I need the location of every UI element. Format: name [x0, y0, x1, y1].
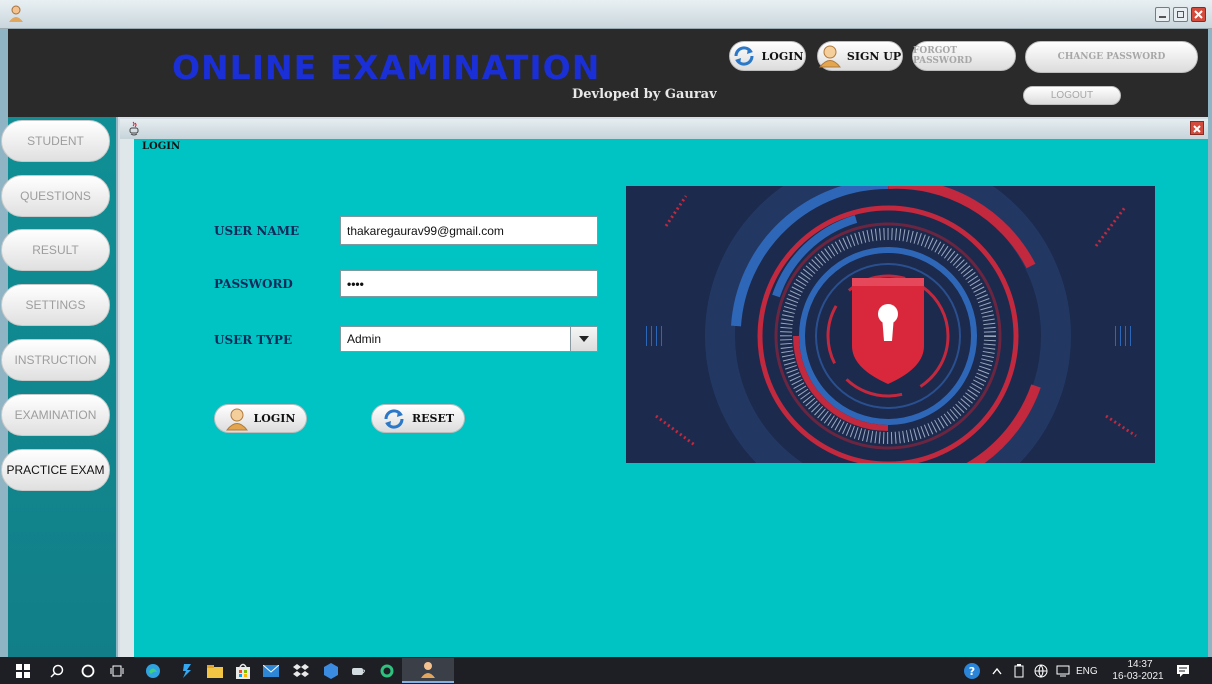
svg-text:?: ?	[969, 665, 975, 678]
logout-button[interactable]: LOGOUT	[1023, 86, 1121, 105]
input-language[interactable]: ENG	[1076, 666, 1098, 677]
network-icon[interactable]	[1032, 662, 1050, 680]
sidebar-item-label: QUESTIONS	[20, 189, 91, 203]
refresh-icon	[384, 408, 404, 429]
sidebar-item-settings[interactable]: SETTINGS	[1, 284, 110, 326]
close-icon	[1193, 125, 1201, 133]
app-icon-cube[interactable]	[322, 662, 340, 680]
close-button[interactable]	[1191, 7, 1206, 22]
sidebar-item-examination[interactable]: EXAMINATION	[1, 394, 110, 436]
sidebar-item-label: RESULT	[32, 243, 79, 257]
sidebar-item-practice-exam[interactable]: PRACTICE EXAM	[1, 449, 110, 491]
sidebar-item-result[interactable]: RESULT	[1, 229, 110, 271]
clock-time[interactable]: 14:37	[1120, 659, 1160, 670]
battery-icon[interactable]	[1010, 662, 1028, 680]
refresh-icon	[734, 46, 754, 66]
header-login-button[interactable]: LOGIN	[729, 41, 806, 71]
user-type-select[interactable]: Admin	[340, 326, 598, 352]
windows-start-icon[interactable]	[14, 662, 32, 680]
search-icon[interactable]	[48, 662, 66, 680]
task-view-icon[interactable]	[108, 662, 126, 680]
username-value: thakaregaurav99@gmail.com	[347, 223, 504, 238]
developer-credit: Devloped by Gaurav	[572, 87, 717, 102]
user-icon	[818, 45, 841, 68]
chevron-up-icon[interactable]	[988, 662, 1006, 680]
sidebar-item-label: EXAMINATION	[14, 408, 97, 422]
forgot-password-label: FORGOT PASSWORD	[913, 46, 973, 66]
cortana-icon[interactable]	[79, 662, 97, 680]
app-title: ONLINE EXAMINATION	[172, 48, 601, 87]
panel-title: LOGIN	[142, 141, 181, 152]
edge-icon[interactable]	[144, 662, 162, 680]
username-label: USER NAME	[214, 224, 300, 238]
close-icon	[1194, 10, 1203, 19]
sidebar-item-label: STUDENT	[27, 134, 84, 148]
change-password-button[interactable]: CHANGE PASSWORD	[1025, 41, 1198, 73]
sidebar-item-label: PRACTICE EXAM	[6, 463, 105, 477]
app-icon-green[interactable]	[378, 662, 396, 680]
notification-icon[interactable]	[1174, 662, 1192, 680]
sidebar-item-instruction[interactable]: INSTRUCTION	[1, 339, 110, 381]
help-icon[interactable]: ?	[963, 662, 981, 680]
java-icon	[128, 121, 140, 141]
password-value: ••••	[347, 276, 364, 291]
login-button[interactable]: LOGIN	[214, 404, 307, 433]
username-field[interactable]: thakaregaurav99@gmail.com	[340, 216, 598, 245]
maximize-button[interactable]	[1173, 7, 1188, 22]
reset-button-label: RESET	[411, 412, 455, 425]
reset-button[interactable]: RESET	[371, 404, 465, 433]
dropbox-icon[interactable]	[292, 662, 310, 680]
chevron-down-icon	[579, 336, 589, 342]
user-type-label: USER TYPE	[214, 333, 293, 347]
header-signup-label: SIGN UP	[846, 49, 902, 63]
app-icon	[8, 5, 24, 28]
security-padlock-image	[626, 186, 1155, 463]
sidebar-item-questions[interactable]: QUESTIONS	[1, 175, 110, 217]
header-signup-button[interactable]: SIGN UP	[817, 41, 903, 71]
sidebar-item-label: INSTRUCTION	[14, 353, 97, 367]
password-field[interactable]: ••••	[340, 270, 598, 297]
password-label: PASSWORD	[214, 277, 293, 291]
java-app-icon-active[interactable]	[402, 658, 454, 683]
header-login-label: LOGIN	[761, 49, 804, 63]
internal-frame-titlebar	[120, 119, 1208, 139]
window-titlebar	[0, 0, 1212, 29]
login-button-label: LOGIN	[253, 412, 296, 425]
user-type-value: Admin	[347, 332, 382, 346]
sidebar-item-label: SETTINGS	[25, 298, 86, 312]
frame-border	[120, 139, 135, 657]
minimize-button[interactable]	[1155, 7, 1170, 22]
sidebar-item-student[interactable]: STUDENT	[1, 120, 110, 162]
display-icon[interactable]	[1054, 662, 1072, 680]
internal-close-button[interactable]	[1190, 121, 1204, 135]
app-icon-2[interactable]	[178, 662, 196, 680]
mail-icon[interactable]	[262, 662, 280, 680]
dropdown-arrow-button[interactable]	[570, 327, 597, 351]
app-icon-coffee[interactable]	[350, 662, 368, 680]
change-password-label: CHANGE PASSWORD	[1057, 52, 1166, 62]
file-explorer-icon[interactable]	[206, 662, 224, 680]
store-icon[interactable]	[234, 662, 252, 680]
clock-date[interactable]: 16-03-2021	[1108, 671, 1168, 682]
logout-label: LOGOUT	[1050, 90, 1094, 101]
user-icon	[225, 408, 248, 430]
forgot-password-button[interactable]: FORGOT PASSWORD	[912, 41, 1016, 71]
